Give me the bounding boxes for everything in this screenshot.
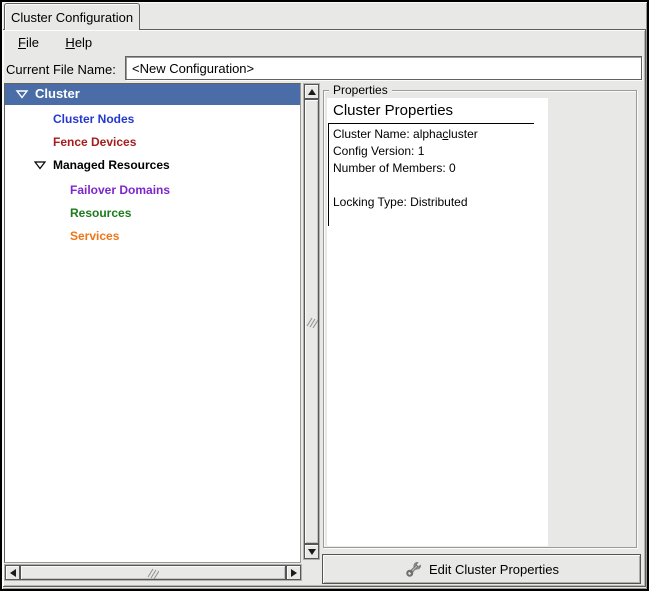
- tree-item-fence-devices[interactable]: Fence Devices: [5, 132, 300, 153]
- wrench-icon: [404, 560, 423, 579]
- blank-line: [333, 177, 538, 194]
- tree-item-label: Services: [70, 229, 119, 243]
- tree-item-failover-domains[interactable]: Failover Domains: [5, 180, 300, 201]
- menubar: File Help: [4, 32, 644, 55]
- tree-item-managed-resources[interactable]: Managed Resources: [5, 155, 300, 176]
- tree-item-label: Managed Resources: [53, 158, 170, 172]
- tree-item-label: Resources: [70, 206, 131, 220]
- vertical-scrollbar-thumb[interactable]: [304, 99, 319, 544]
- tab-label: Cluster Configuration: [11, 10, 133, 25]
- cluster-configuration-window: Cluster Configuration File Help Current …: [0, 0, 649, 591]
- tree-vertical-scrollbar[interactable]: [303, 83, 320, 560]
- expander-open-icon[interactable]: [33, 158, 47, 172]
- tree-item-label: Fence Devices: [53, 135, 136, 149]
- current-file-name-input[interactable]: [125, 56, 642, 80]
- edit-cluster-properties-label: Edit Cluster Properties: [429, 562, 559, 577]
- tree-item-services[interactable]: Services: [5, 226, 300, 247]
- grip-icon: [147, 567, 159, 579]
- config-version-line: Config Version: 1: [333, 143, 538, 160]
- tree-item-label: Cluster: [35, 86, 80, 101]
- horizontal-scrollbar-thumb[interactable]: [20, 565, 286, 580]
- grip-icon: [306, 316, 318, 328]
- cluster-tree: Cluster Cluster Nodes Fence Devices Mana…: [4, 83, 301, 563]
- tab-cluster-configuration[interactable]: Cluster Configuration: [4, 3, 140, 30]
- properties-frame-label: Properties: [329, 83, 392, 97]
- scroll-up-button[interactable]: [304, 84, 319, 99]
- expander-open-icon[interactable]: [15, 87, 29, 101]
- arrow-down-icon: [308, 549, 316, 555]
- cluster-name-line: Cluster Name: alphacluster: [333, 126, 538, 143]
- tree-item-cluster-nodes[interactable]: Cluster Nodes: [5, 109, 300, 130]
- arrow-right-icon: [291, 569, 297, 577]
- menu-help[interactable]: Help: [57, 32, 100, 53]
- properties-heading: Cluster Properties: [333, 102, 453, 119]
- current-file-name-label: Current File Name:: [6, 62, 116, 77]
- tree-item-resources[interactable]: Resources: [5, 203, 300, 224]
- scroll-left-button[interactable]: [5, 565, 20, 580]
- tree-item-label: Failover Domains: [70, 183, 170, 197]
- arrow-up-icon: [308, 89, 316, 95]
- properties-text-block: Cluster Name: alphacluster Config Versio…: [328, 123, 538, 226]
- members-line: Number of Members: 0: [333, 160, 538, 177]
- locking-type-line: Locking Type: Distributed: [333, 194, 538, 211]
- edit-cluster-properties-button[interactable]: Edit Cluster Properties: [322, 554, 641, 584]
- tree-item-cluster[interactable]: Cluster: [5, 84, 300, 105]
- scroll-right-button[interactable]: [286, 565, 301, 580]
- tree-horizontal-scrollbar[interactable]: [4, 564, 302, 581]
- arrow-left-icon: [10, 569, 16, 577]
- scroll-down-button[interactable]: [304, 544, 319, 559]
- properties-content: Cluster Properties Cluster Name: alphacl…: [327, 98, 548, 546]
- menu-file[interactable]: File: [10, 32, 47, 53]
- tree-item-label: Cluster Nodes: [53, 112, 134, 126]
